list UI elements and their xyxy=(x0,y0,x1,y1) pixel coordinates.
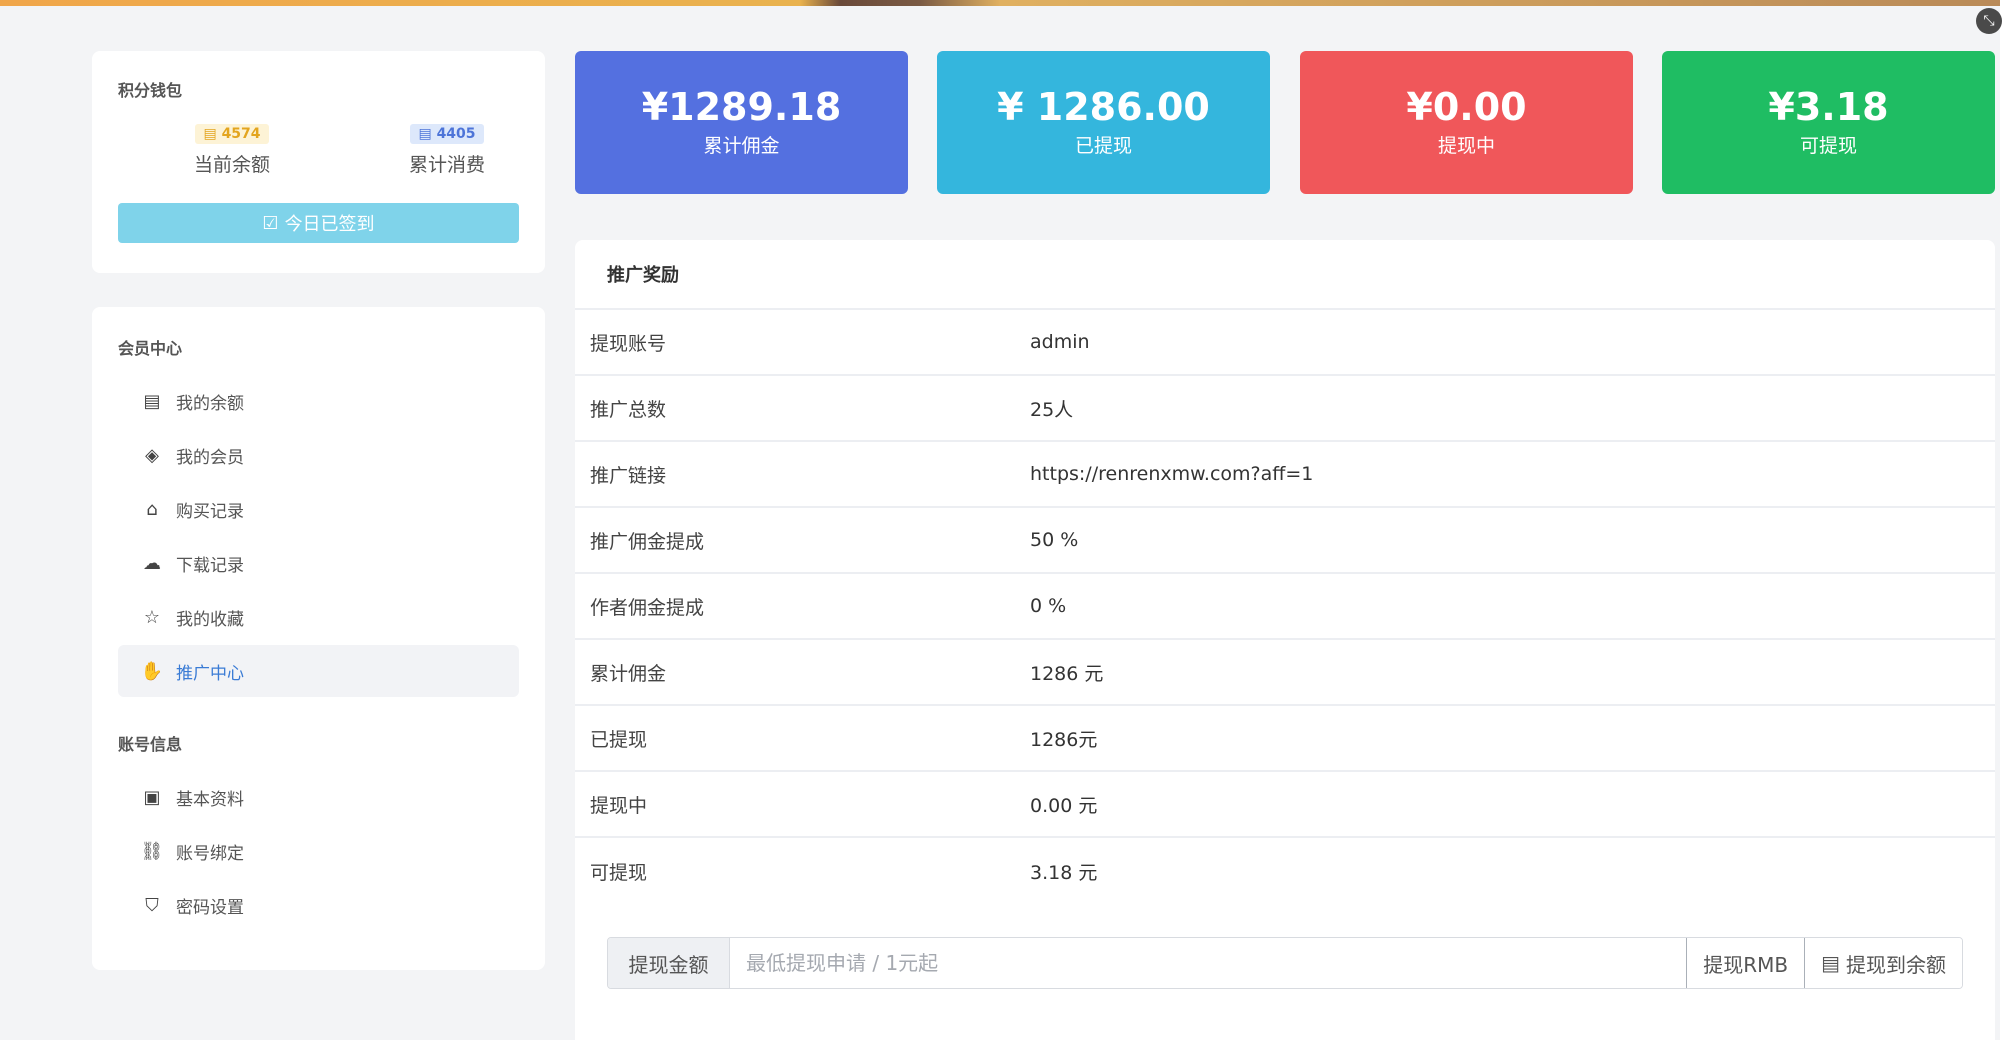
nav-label: 我的余额 xyxy=(176,393,244,414)
nav-label: 下载记录 xyxy=(176,555,244,576)
spent-value: 4405 xyxy=(436,126,476,142)
spent-stat: ▤ 4405 累计消费 xyxy=(377,123,517,177)
row-value: 1286 元 xyxy=(1030,662,1104,685)
coins-icon: ▤ xyxy=(418,126,432,142)
row-key: 作者佣金提成 xyxy=(590,596,705,619)
withdraw-amount-label: 提现金额 xyxy=(608,938,730,988)
stat-label: 提现中 xyxy=(1437,134,1495,157)
table-row: 提现中 0.00 元 xyxy=(575,772,1995,838)
stat-label: 已提现 xyxy=(1074,134,1132,157)
promotion-rewards-panel: 推广奖励 提现账号 admin 推广总数 25人 推广链接 https://re… xyxy=(575,240,1995,1040)
row-key: 推广佣金提成 xyxy=(590,530,705,553)
nav-label: 购买记录 xyxy=(176,501,244,522)
nav-label: 推广中心 xyxy=(176,663,244,684)
nav-label: 我的收藏 xyxy=(176,609,244,630)
checkbox-icon: ☑ xyxy=(262,212,279,234)
withdraw-form: 提现金额 提现RMB ▤ 提现到余额 xyxy=(607,937,1963,989)
row-key: 提现中 xyxy=(590,794,648,817)
row-value: 1286元 xyxy=(1030,728,1098,751)
nav-download-records[interactable]: ☁ 下载记录 xyxy=(118,537,519,589)
member-nav-card: 会员中心 ▤ 我的余额 ◈ 我的会员 ⌂ 购买记录 ☁ 下载记录 ☆ 我的收藏 … xyxy=(92,307,545,970)
row-value: 25人 xyxy=(1030,398,1074,421)
table-row: 作者佣金提成 0 % xyxy=(575,574,1995,640)
stat-withdrawable: ¥3.18 可提现 xyxy=(1662,51,1995,194)
nav-my-membership[interactable]: ◈ 我的会员 xyxy=(118,429,519,481)
stat-value: ¥ 1286.00 xyxy=(997,85,1210,130)
signed-in-label: 今日已签到 xyxy=(284,214,375,235)
row-key: 已提现 xyxy=(590,728,648,751)
table-row: 累计佣金 1286 元 xyxy=(575,640,1995,706)
coins-icon: ▤ xyxy=(203,126,217,142)
top-banner xyxy=(0,0,2000,6)
wallet-title: 积分钱包 xyxy=(118,81,183,100)
nav-purchase-records[interactable]: ⌂ 购买记录 xyxy=(118,483,519,535)
coins-icon: ▤ xyxy=(143,390,161,412)
stat-withdrawing: ¥0.00 提现中 xyxy=(1300,51,1633,194)
member-center-title: 会员中心 xyxy=(118,339,183,358)
diamond-icon: ◈ xyxy=(145,444,159,466)
hand-coin-icon: ✋ xyxy=(140,660,164,682)
nav-my-favorites[interactable]: ☆ 我的收藏 xyxy=(118,591,519,643)
balance-badge: ▤ 4574 xyxy=(195,124,269,144)
id-card-icon: ▣ xyxy=(143,786,161,808)
panel-title: 推广奖励 xyxy=(575,240,1995,310)
table-row: 推广链接 https://renrenxmw.com?aff=1 xyxy=(575,442,1995,508)
table-row: 提现账号 admin xyxy=(575,310,1995,376)
table-row: 可提现 3.18 元 xyxy=(575,838,1995,904)
row-key: 推广链接 xyxy=(590,464,667,487)
nav-label: 密码设置 xyxy=(176,897,244,918)
table-row: 已提现 1286元 xyxy=(575,706,1995,772)
withdraw-rmb-button[interactable]: 提现RMB xyxy=(1686,938,1805,988)
stat-value: ¥1289.18 xyxy=(641,85,842,130)
withdraw-to-balance-button[interactable]: ▤ 提现到余额 xyxy=(1804,938,1962,988)
stat-label: 可提现 xyxy=(1799,134,1857,157)
nav-account-binding[interactable]: ⛓ 账号绑定 xyxy=(118,825,519,877)
spent-badge: ▤ 4405 xyxy=(410,124,484,144)
row-key: 推广总数 xyxy=(590,398,667,421)
row-key: 可提现 xyxy=(590,861,648,884)
row-value: 0 % xyxy=(1030,595,1067,617)
row-value: admin xyxy=(1030,331,1090,353)
stat-value: ¥0.00 xyxy=(1406,85,1527,130)
stat-label: 累计佣金 xyxy=(703,134,780,157)
balance-label: 当前余额 xyxy=(193,154,270,176)
nav-label: 账号绑定 xyxy=(176,843,244,864)
balance-value: 4574 xyxy=(221,126,261,142)
nav-basic-profile[interactable]: ▣ 基本资料 xyxy=(118,771,519,823)
shield-icon: ⛉ xyxy=(145,894,159,916)
account-info-title: 账号信息 xyxy=(118,735,183,754)
signed-in-button[interactable]: ☑ 今日已签到 xyxy=(118,203,519,243)
cloud-download-icon: ☁ xyxy=(143,552,161,574)
withdraw-to-balance-label: 提现到余额 xyxy=(1846,952,1946,977)
nav-promotion-center[interactable]: ✋ 推广中心 xyxy=(118,645,519,697)
row-value: 50 % xyxy=(1030,529,1079,551)
nav-label: 我的会员 xyxy=(176,447,244,468)
stat-withdrawn: ¥ 1286.00 已提现 xyxy=(937,51,1270,194)
nav-label: 基本资料 xyxy=(176,789,244,810)
stat-value: ¥3.18 xyxy=(1768,85,1889,130)
wallet-card: 积分钱包 ▤ 4574 当前余额 ▤ 4405 累计消费 ☑ 今日已签到 xyxy=(92,51,545,273)
basket-icon: ⌂ xyxy=(146,498,158,520)
stat-total-commission: ¥1289.18 累计佣金 xyxy=(575,51,908,194)
star-icon: ☆ xyxy=(143,606,161,628)
nav-password-settings[interactable]: ⛉ 密码设置 xyxy=(118,879,519,931)
row-value: 3.18 元 xyxy=(1030,861,1098,884)
row-key: 提现账号 xyxy=(590,332,667,355)
table-row: 推广总数 25人 xyxy=(575,376,1995,442)
table-row: 推广佣金提成 50 % xyxy=(575,508,1995,574)
coins-icon: ▤ xyxy=(1821,951,1840,975)
balance-stat: ▤ 4574 当前余额 xyxy=(162,123,302,177)
bind-icon: ⛓ xyxy=(140,840,164,862)
row-value: 0.00 元 xyxy=(1030,794,1098,817)
withdraw-amount-input[interactable] xyxy=(730,938,1687,988)
nav-my-balance[interactable]: ▤ 我的余额 xyxy=(118,375,519,427)
spent-label: 累计消费 xyxy=(408,154,485,176)
row-key: 累计佣金 xyxy=(590,662,667,685)
promo-link[interactable]: https://renrenxmw.com?aff=1 xyxy=(1030,463,1995,485)
collapse-icon[interactable]: ⤡ xyxy=(1976,8,2002,34)
